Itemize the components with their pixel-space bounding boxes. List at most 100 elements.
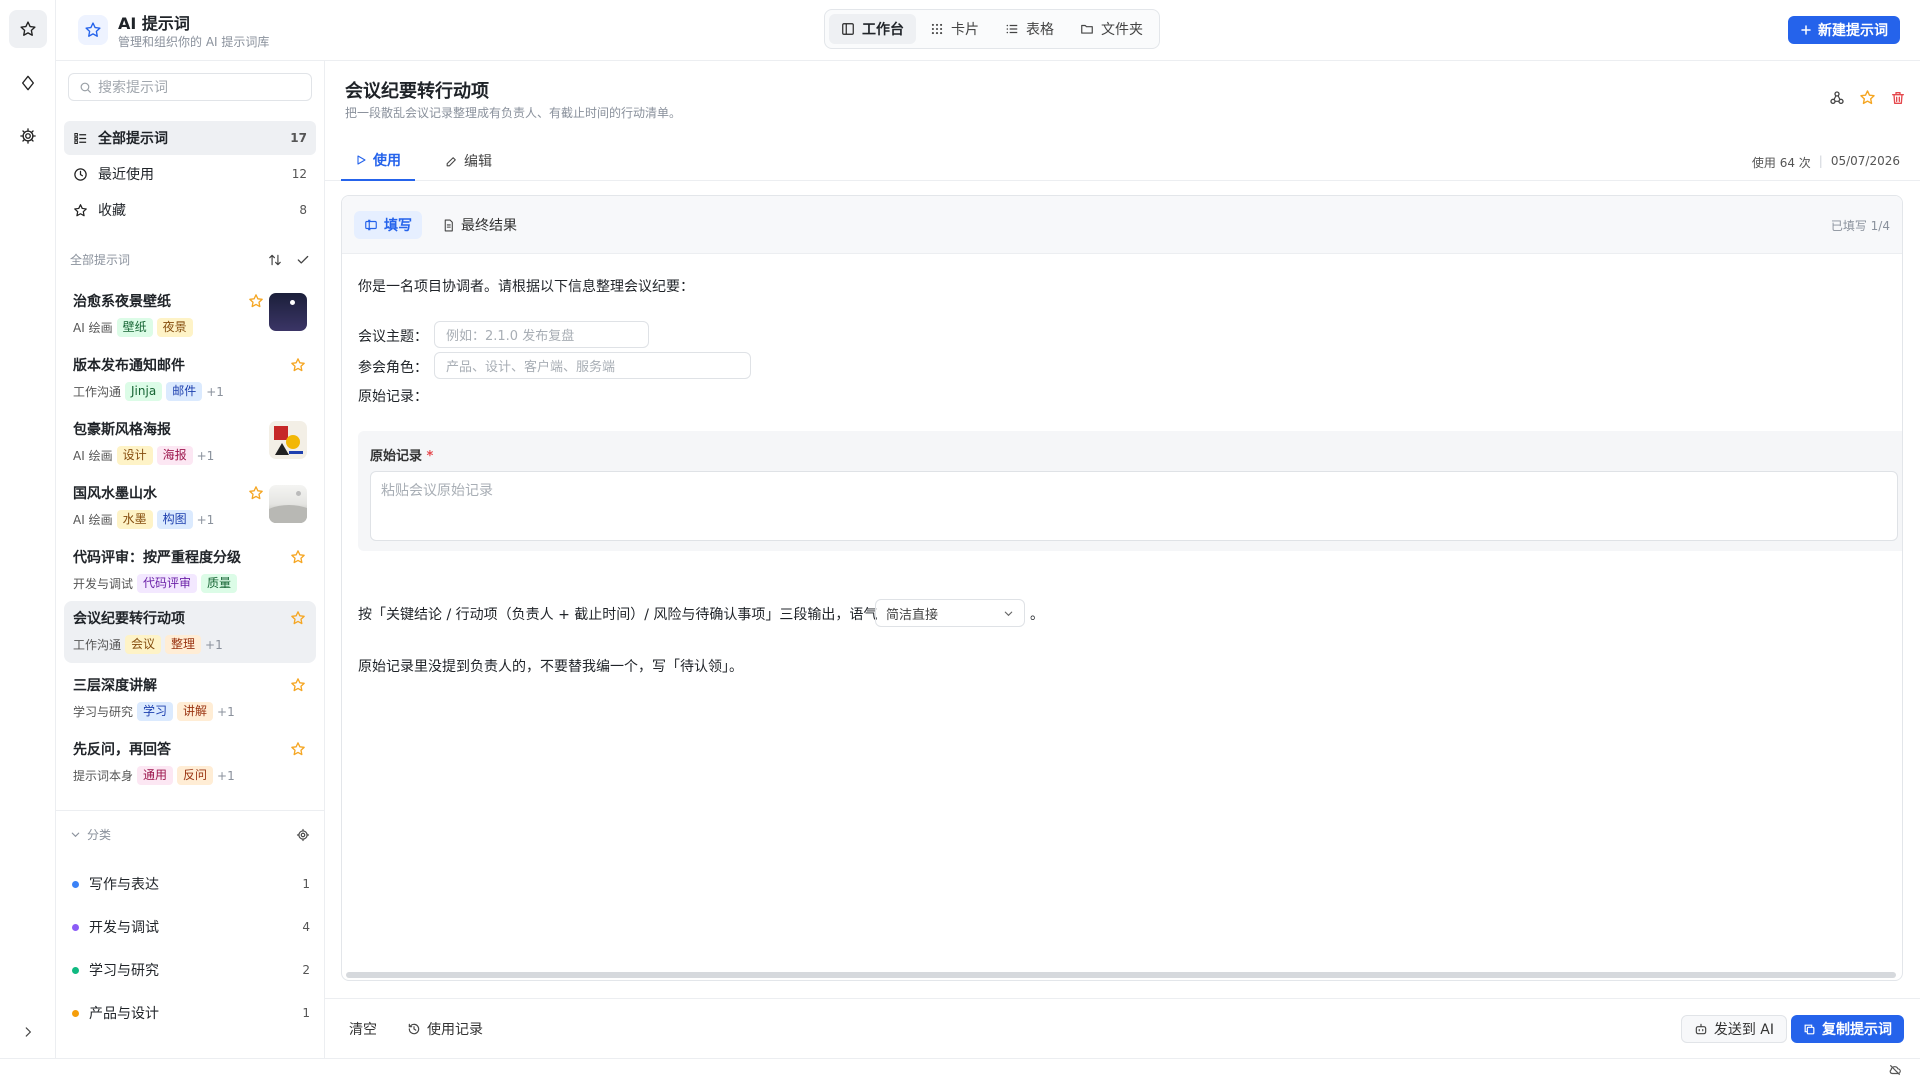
tag: 邮件 — [166, 382, 203, 401]
plus-icon — [1801, 25, 1811, 35]
star-icon — [74, 203, 87, 216]
prompt-note: 原始记录里没提到负责人的，不要替我编一个，写「待认领」。 — [358, 659, 743, 675]
thumbnail-bauhaus — [269, 421, 307, 459]
diamond-icon — [22, 75, 34, 91]
star-icon[interactable] — [290, 610, 306, 626]
app-subtitle: 管理和组织你的 AI 提示词库 — [118, 35, 270, 49]
prompt-list-header: 全部提示词 — [70, 251, 310, 268]
category-item[interactable]: 学习与研究 2 — [72, 960, 310, 980]
star-icon[interactable] — [290, 677, 306, 693]
tag: 壁纸 — [116, 318, 153, 337]
tag: 质量 — [201, 574, 238, 593]
robot-icon — [1695, 1023, 1707, 1035]
category-item[interactable]: 开发与调试 4 — [72, 917, 310, 937]
clear-button[interactable]: 清空 — [349, 1015, 377, 1043]
rail-settings-button[interactable] — [9, 117, 47, 155]
list-item[interactable]: 代码评审：按严重程度分级 开发与调试 代码评审 质量 — [64, 540, 316, 602]
view-table[interactable]: 表格 — [993, 14, 1066, 44]
meeting-topic-input[interactable]: 例如：2.1.0 发布复盘 — [434, 321, 649, 348]
copy-prompt-button[interactable]: 复制提示词 — [1791, 1015, 1904, 1043]
star-icon[interactable] — [248, 485, 264, 501]
thumbnail-night — [269, 293, 307, 331]
raw-record-block: 原始记录 * 粘贴会议原始记录 — [358, 431, 1902, 551]
sort-icon[interactable] — [268, 253, 282, 267]
tab-edit[interactable]: 编辑 — [431, 141, 506, 181]
star-icon[interactable] — [248, 293, 264, 309]
top-bar: AI 提示词 管理和组织你的 AI 提示词库 工作台 卡片 表格 文件夹 新建提… — [56, 0, 1920, 61]
history-button[interactable]: 使用记录 — [407, 1015, 483, 1043]
list-item[interactable]: 治愈系夜景壁纸 AI 绘画 壁纸 夜景 — [64, 284, 316, 346]
view-workspace[interactable]: 工作台 — [829, 14, 916, 44]
nav-recent[interactable]: 最近使用 12 — [64, 157, 316, 191]
trash-icon[interactable] — [1890, 90, 1906, 106]
output-instruction: 按「关键结论 / 行动项（负责人 + 截止时间）/ 风险与待确认事项」三段输出，… — [358, 607, 878, 623]
view-cards[interactable]: 卡片 — [918, 14, 991, 44]
tab-use[interactable]: 使用 — [341, 141, 415, 181]
tag: 代码评审 — [137, 574, 198, 593]
tag: 通用 — [137, 766, 174, 785]
tone-select[interactable]: 简洁直接 — [875, 599, 1025, 627]
new-prompt-button[interactable]: 新建提示词 — [1788, 16, 1900, 44]
rail-diamond-button[interactable] — [9, 64, 47, 102]
subtab-fill[interactable]: 填写 — [354, 211, 422, 239]
list-item[interactable]: 包豪斯风格海报 AI 绘画 设计 海报 +1 — [64, 412, 316, 474]
check-icon[interactable] — [296, 253, 310, 267]
clock-icon — [74, 167, 87, 181]
thumbnail-ink-landscape — [269, 485, 307, 523]
categories-header[interactable]: 分类 — [70, 826, 310, 843]
star-icon[interactable] — [290, 357, 306, 373]
prompt-actions — [1829, 89, 1906, 106]
status-bar — [0, 1058, 1920, 1080]
list-item[interactable]: 先反问，再回答 提示词本身 通用 反问 +1 — [64, 732, 316, 794]
view-switcher: 工作台 卡片 表格 文件夹 — [824, 9, 1160, 49]
prompt-description: 把一段散乱会议记录整理成有负责人、有截止时间的行动清单。 — [345, 106, 682, 120]
prompt-title: 会议纪要转行动项 — [345, 81, 489, 102]
share-icon[interactable] — [1829, 90, 1845, 106]
rail-expand-button[interactable] — [9, 1013, 47, 1051]
list-icon — [1006, 24, 1018, 34]
prompt-tabs: 使用 编辑 使用 64 次 | 05/07/2026 — [325, 141, 1920, 181]
gear-icon — [20, 128, 36, 144]
divider — [56, 810, 324, 811]
tag: 构图 — [156, 510, 193, 529]
list-item[interactable]: 版本发布通知邮件 工作沟通 Jinja 邮件 +1 — [64, 348, 316, 410]
tag: 海报 — [156, 446, 193, 465]
participants-input[interactable]: 产品、设计、客户端、服务端 — [434, 352, 751, 379]
field-label: 会议主题： — [358, 329, 428, 345]
tag: 讲解 — [177, 702, 214, 721]
nav-all-prompts[interactable]: 全部提示词 17 — [64, 121, 316, 155]
folder-icon — [1081, 24, 1093, 34]
text-cursor-icon — [365, 219, 377, 231]
list-check-icon — [74, 132, 87, 144]
horizontal-scrollbar[interactable] — [346, 972, 1896, 978]
search-input[interactable]: 搜索提示词 — [68, 73, 312, 101]
document-icon — [444, 219, 453, 231]
list-item[interactable]: 三层深度讲解 学习与研究 学习 讲解 +1 — [64, 668, 316, 730]
period: 。 — [1030, 607, 1044, 623]
tag: Jinja — [125, 382, 163, 401]
field-label: 参会角色： — [358, 360, 428, 376]
star-icon[interactable] — [1859, 89, 1876, 106]
star-icon[interactable] — [290, 741, 306, 757]
rail-favorites-button[interactable] — [9, 10, 47, 48]
category-item[interactable]: 写作与表达 1 — [72, 874, 310, 894]
category-dot — [72, 923, 79, 931]
nav-favorites[interactable]: 收藏 8 — [64, 193, 316, 227]
chevron-right-icon — [25, 1027, 32, 1037]
chevron-down-icon — [1004, 611, 1013, 616]
list-item[interactable]: 会议纪要转行动项 工作沟通 会议 整理 +1 — [64, 601, 316, 663]
tag: 会议 — [125, 635, 162, 654]
send-to-ai-button[interactable]: 发送到 AI — [1680, 1015, 1787, 1043]
footer-bar: 清空 使用记录 发送到 AI 复制提示词 — [325, 998, 1920, 1058]
category-item[interactable]: 产品与设计 1 — [72, 1003, 310, 1023]
star-icon[interactable] — [290, 549, 306, 565]
cloud-off-icon[interactable] — [1888, 1063, 1902, 1077]
subtab-result[interactable]: 最终结果 — [432, 211, 527, 239]
list-item[interactable]: 国风水墨山水 AI 绘画 水墨 构图 +1 — [64, 476, 316, 538]
raw-record-textarea[interactable]: 粘贴会议原始记录 — [370, 471, 1898, 541]
copy-icon — [1804, 1024, 1815, 1034]
panel-icon — [842, 23, 854, 35]
fill-progress: 已填写 1/4 — [1830, 219, 1890, 233]
view-folders[interactable]: 文件夹 — [1068, 14, 1155, 44]
gear-icon[interactable] — [296, 828, 310, 842]
